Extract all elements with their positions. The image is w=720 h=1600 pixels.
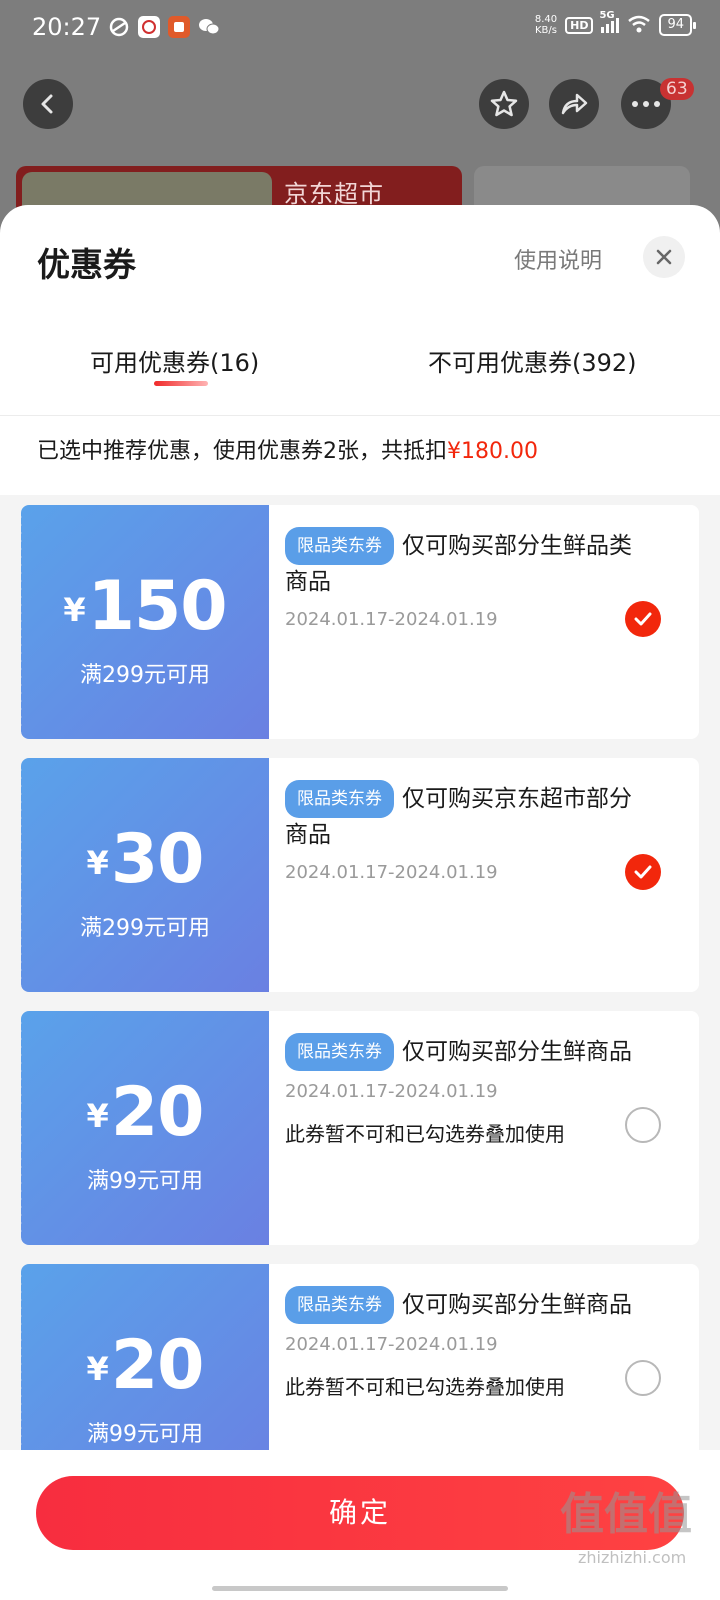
coupon-details: 限品类东券 仅可购买部分生鲜商品 2024.01.17-2024.01.19 此券… xyxy=(285,1033,635,1147)
coupon-condition: 满99元可用 xyxy=(87,1169,203,1194)
star-icon xyxy=(490,90,518,117)
net-speed: 8.40 KB/s xyxy=(534,14,558,36)
coupon-amount: ¥150 xyxy=(63,567,227,646)
message-count-badge: 63 xyxy=(660,78,694,100)
coupon-condition: 满299元可用 xyxy=(80,916,210,941)
coupon-description: 仅可购买部分生鲜商品 xyxy=(402,1039,632,1065)
coupon-checkbox[interactable] xyxy=(625,1360,661,1396)
wifi-icon xyxy=(627,15,651,36)
notification-app-icon xyxy=(108,16,130,38)
coupon-card[interactable]: ¥20 满99元可用 限品类东券 仅可购买部分生鲜商品 2024.01.17-20… xyxy=(21,1011,699,1245)
coupon-card[interactable]: ¥30 满299元可用 限品类东券 仅可购买京东超市部分商品 2024.01.17… xyxy=(21,758,699,992)
notification-app-icon xyxy=(168,16,190,38)
coupon-tag: 限品类东券 xyxy=(285,780,394,818)
chevron-left-icon xyxy=(41,94,53,114)
discount-total: ¥180.00 xyxy=(447,439,538,464)
banner-text: 京东超市 xyxy=(284,180,384,208)
coupon-validity: 2024.01.17-2024.01.19 xyxy=(285,1081,498,1102)
status-indicators: 8.40 KB/s HD 5G 94 xyxy=(534,10,696,36)
coupon-checkbox[interactable] xyxy=(625,1107,661,1143)
coupon-checkbox[interactable] xyxy=(625,601,661,637)
watermark-logo: 值值值 xyxy=(560,1489,692,1540)
checkmark-icon xyxy=(634,612,652,626)
checkmark-icon xyxy=(634,865,652,879)
coupon-details: 限品类东券 仅可购买部分生鲜品类商品 2024.01.17-2024.01.19 xyxy=(285,527,635,630)
signal-icon: 5G xyxy=(599,10,620,33)
share-button[interactable] xyxy=(549,79,599,129)
favorite-button[interactable] xyxy=(479,79,529,129)
back-button[interactable] xyxy=(23,79,73,129)
sheet-title: 优惠券 xyxy=(37,245,136,284)
coupon-card[interactable]: ¥150 满299元可用 限品类东券 仅可购买部分生鲜品类商品 2024.01.1… xyxy=(21,505,699,739)
tab-unavailable-coupons[interactable]: 不可用优惠券(392) xyxy=(428,343,637,378)
home-indicator[interactable] xyxy=(212,1586,508,1591)
coupon-condition: 满299元可用 xyxy=(80,663,210,688)
more-icon xyxy=(632,101,660,107)
coupon-value-panel: ¥30 满299元可用 xyxy=(21,758,269,992)
coupon-condition: 满99元可用 xyxy=(87,1422,203,1447)
coupon-amount: ¥30 xyxy=(86,820,205,899)
coupon-sheet: 优惠券 使用说明 可用优惠券(16) 不可用优惠券(392) 已选中推荐优惠，使… xyxy=(0,205,720,1600)
tab-available-coupons[interactable]: 可用优惠券(16) xyxy=(90,343,259,378)
coupon-tag: 限品类东券 xyxy=(285,1033,394,1071)
active-tab-indicator xyxy=(154,381,208,386)
coupon-value-panel: ¥150 满299元可用 xyxy=(21,505,269,739)
coupon-validity: 2024.01.17-2024.01.19 xyxy=(285,862,498,883)
divider xyxy=(0,415,720,416)
close-icon xyxy=(656,249,672,265)
coupon-validity: 2024.01.17-2024.01.19 xyxy=(285,1334,498,1355)
close-button[interactable] xyxy=(643,236,685,278)
coupon-validity: 2024.01.17-2024.01.19 xyxy=(285,609,498,630)
coupon-description: 仅可购买部分生鲜商品 xyxy=(402,1292,632,1318)
coupon-tag: 限品类东券 xyxy=(285,527,394,565)
share-icon xyxy=(561,93,588,115)
watermark-url: zhizhizhi.com xyxy=(578,1548,687,1567)
status-time: 20:27 xyxy=(32,13,102,41)
coupon-amount: ¥20 xyxy=(86,1326,205,1405)
coupon-value-panel: ¥20 满99元可用 xyxy=(21,1011,269,1245)
coupon-tag: 限品类东券 xyxy=(285,1286,394,1324)
hd-badge: HD xyxy=(565,16,594,34)
notification-icons xyxy=(108,16,220,38)
usage-instructions-link[interactable]: 使用说明 xyxy=(514,243,602,275)
notification-app-icon xyxy=(138,16,160,38)
coupon-note: 此券暂不可和已勾选券叠加使用 xyxy=(285,1375,565,1399)
selection-summary: 已选中推荐优惠，使用优惠券2张，共抵扣¥180.00 xyxy=(37,439,538,464)
coupon-checkbox[interactable] xyxy=(625,854,661,890)
coupon-details: 限品类东券 仅可购买京东超市部分商品 2024.01.17-2024.01.19 xyxy=(285,780,635,883)
status-bar: 20:27 8.40 KB/s HD 5G 94 xyxy=(0,0,720,58)
coupon-amount: ¥20 xyxy=(86,1073,205,1152)
battery-indicator: 94 xyxy=(659,14,696,36)
coupon-details: 限品类东券 仅可购买部分生鲜商品 2024.01.17-2024.01.19 此券… xyxy=(285,1286,635,1400)
coupon-list[interactable]: ¥150 满299元可用 限品类东券 仅可购买部分生鲜品类商品 2024.01.1… xyxy=(0,495,720,1545)
coupon-note: 此券暂不可和已勾选券叠加使用 xyxy=(285,1122,565,1146)
wechat-icon xyxy=(198,16,220,38)
